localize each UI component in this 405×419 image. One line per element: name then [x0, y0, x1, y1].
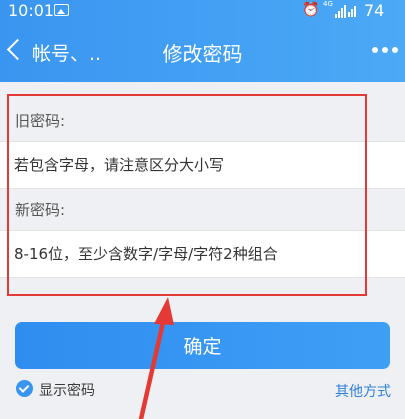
alarm-icon: ⏰ [302, 2, 320, 18]
other-methods-link[interactable]: 其他方式 [335, 381, 391, 401]
old-password-input[interactable] [14, 142, 394, 188]
show-password-label: 显示密码 [39, 383, 95, 399]
more-icon[interactable] [370, 45, 400, 55]
page-title: 修改密码 [162, 42, 243, 66]
confirm-button[interactable]: 确定 [15, 322, 390, 369]
battery-level: 74 [364, 1, 385, 20]
new-password-input[interactable] [14, 231, 394, 277]
status-time: 10:01 [8, 1, 55, 20]
wifi-icon [348, 3, 358, 17]
old-password-label: 旧密码: [15, 112, 66, 130]
old-password-row [0, 141, 405, 189]
new-password-row [0, 230, 405, 278]
new-password-label: 新密码: [15, 201, 66, 219]
image-icon [54, 4, 69, 16]
status-bar: 10:01 ⏰ 4G 74 [0, 0, 405, 22]
signal-icon: 4G [323, 0, 346, 18]
checkbox-checked-icon[interactable] [16, 380, 33, 397]
top-bar: 10:01 ⏰ 4G 74 帐号、.. 修改密码 [0, 0, 405, 82]
